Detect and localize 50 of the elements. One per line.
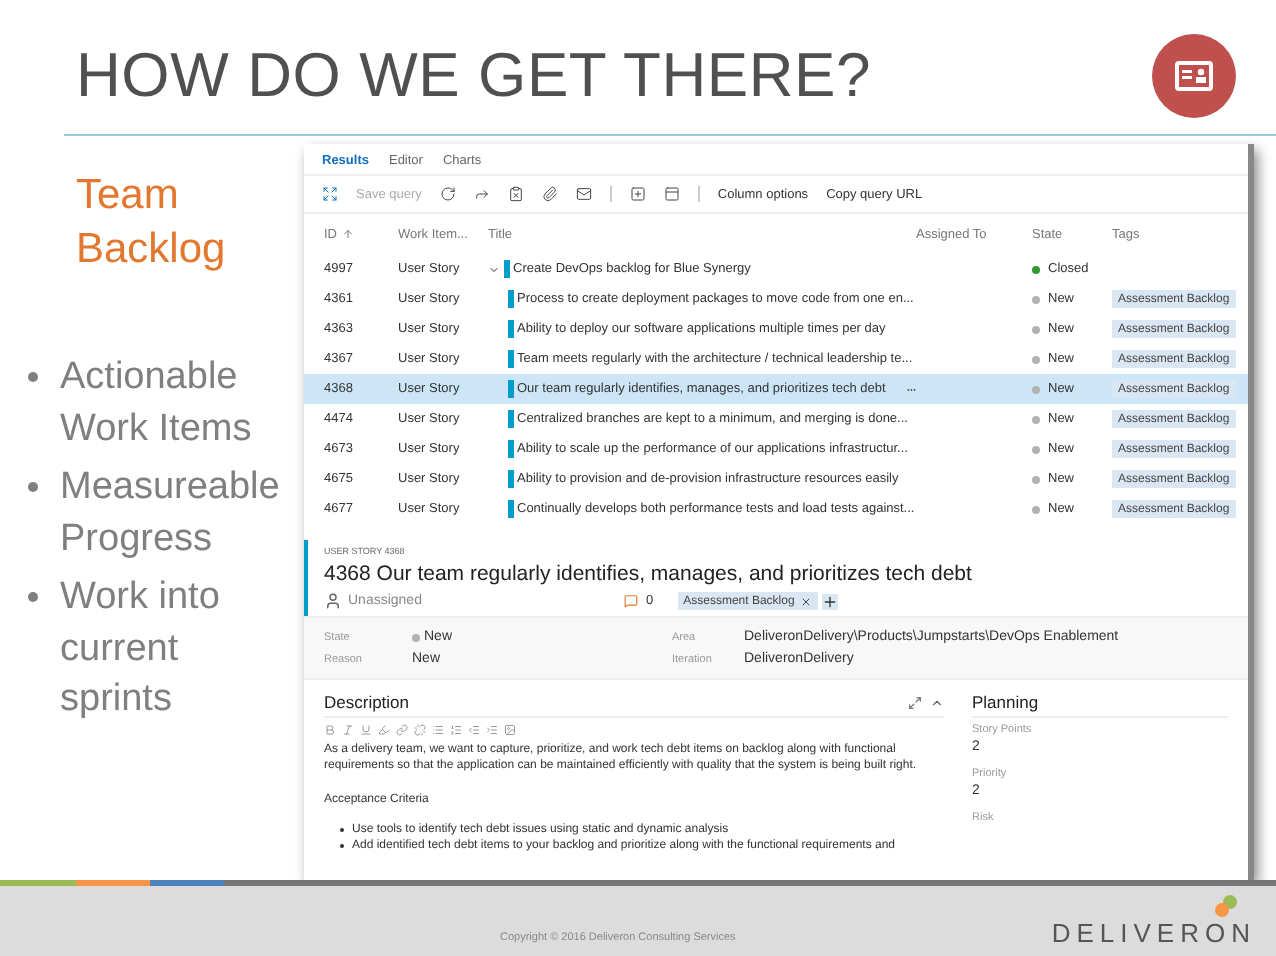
person-icon <box>324 592 342 610</box>
paperclip-icon[interactable] <box>541 186 558 202</box>
work-item-type-bar <box>508 410 513 428</box>
format-icon[interactable] <box>414 724 426 736</box>
remove-icon[interactable] <box>800 595 813 607</box>
fullscreen-icon[interactable] <box>908 695 922 709</box>
work-item-type-bar <box>508 290 513 308</box>
bullet-icon <box>28 592 38 602</box>
work-item-type-bar <box>504 260 509 278</box>
bullet-icon <box>28 372 38 382</box>
bullet-icon <box>28 482 38 492</box>
slide-title: HOW DO WE GET THERE? <box>76 39 872 111</box>
work-item-type-bar <box>508 380 513 398</box>
work-item-type-bar <box>508 320 513 338</box>
format-icon[interactable] <box>504 724 516 736</box>
format-icon[interactable] <box>486 724 498 736</box>
format-icon[interactable] <box>396 724 408 736</box>
format-icon[interactable] <box>360 724 372 736</box>
mail-icon[interactable] <box>575 186 592 202</box>
badge-icon <box>1152 33 1236 117</box>
section-heading: Description <box>324 692 410 712</box>
expand-icon[interactable] <box>322 186 338 202</box>
bullet-text: Measureable Progress <box>60 464 280 563</box>
bullet-text: Actionable Work Items <box>60 354 252 453</box>
clipboard-icon[interactable] <box>507 186 524 202</box>
format-icon[interactable] <box>342 724 354 736</box>
format-icon[interactable] <box>378 724 390 736</box>
add-tag-icon[interactable] <box>822 593 839 609</box>
logo-text: DELIVERON <box>1051 918 1256 948</box>
logo-circles-icon <box>1212 894 1240 918</box>
work-item-type-bar <box>508 440 513 458</box>
panel-icon[interactable] <box>663 186 680 202</box>
refresh-icon[interactable] <box>439 186 456 202</box>
square-plus-icon[interactable] <box>629 186 646 202</box>
sort-arrow-icon[interactable] <box>341 228 353 240</box>
section-heading: Team Backlog <box>74 170 228 276</box>
comment-icon <box>624 594 638 608</box>
collapse-icon[interactable] <box>930 695 944 709</box>
format-icon[interactable] <box>324 724 336 736</box>
expand-caret-icon[interactable] <box>488 263 500 275</box>
work-item-title: 4368 Our team regularly identifies, manages, and prioritizes tech debt <box>324 562 974 586</box>
forward-arrow-icon[interactable] <box>473 186 490 202</box>
work-item-type-bar <box>508 500 513 518</box>
format-icon[interactable] <box>450 724 462 736</box>
format-icon[interactable] <box>432 724 444 736</box>
section-heading: Planning <box>972 692 1039 712</box>
work-item-type-bar <box>508 350 513 368</box>
work-item-type-bar <box>508 470 513 488</box>
format-icon[interactable] <box>468 724 480 736</box>
bullet-text: Work into current sprints <box>60 574 220 724</box>
